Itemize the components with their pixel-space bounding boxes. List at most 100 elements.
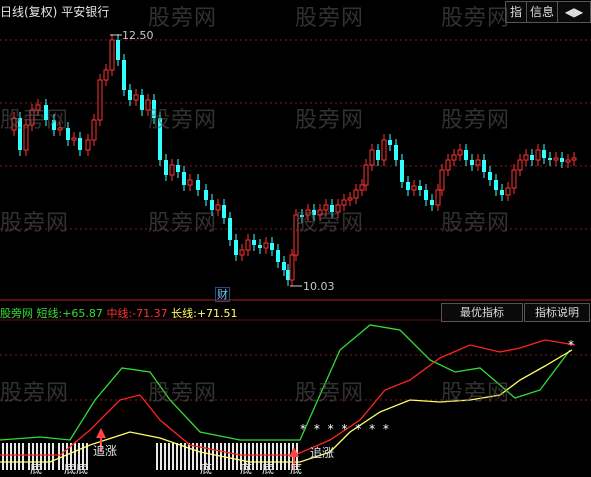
bottom-bar bbox=[2, 443, 4, 470]
bottom-bar bbox=[160, 443, 162, 470]
candle bbox=[381, 139, 387, 161]
mid-value: -71.37 bbox=[132, 307, 168, 320]
candle bbox=[571, 157, 577, 161]
bottom-bar-series bbox=[2, 443, 298, 470]
candle bbox=[176, 165, 180, 172]
indicator-name[interactable]: 股旁网 bbox=[0, 307, 33, 320]
bottom-label: 底 bbox=[30, 462, 43, 476]
candle bbox=[140, 95, 144, 110]
candle bbox=[286, 270, 290, 280]
candle bbox=[553, 157, 559, 161]
candle bbox=[239, 249, 245, 256]
candle bbox=[289, 254, 295, 281]
candle bbox=[109, 39, 115, 71]
candle bbox=[133, 94, 139, 101]
candle bbox=[347, 197, 353, 201]
candle bbox=[430, 200, 434, 205]
bottom-bar bbox=[10, 443, 12, 470]
watermark: 股旁网 bbox=[295, 6, 365, 31]
bottom-bar bbox=[44, 443, 46, 470]
bottom-bar bbox=[48, 443, 50, 470]
watermark: 股旁网 bbox=[295, 108, 365, 133]
zhui-zhang-label-1: 追涨 bbox=[93, 444, 118, 458]
candle bbox=[222, 205, 226, 218]
long-value: +71.51 bbox=[196, 307, 238, 320]
candlestick-series bbox=[11, 34, 577, 286]
bottom-bar bbox=[52, 443, 54, 470]
candle bbox=[505, 187, 511, 196]
short-value: +65.87 bbox=[62, 307, 103, 320]
candle bbox=[97, 79, 103, 121]
bottom-bar bbox=[156, 443, 158, 470]
candle bbox=[276, 250, 280, 262]
bottom-bar bbox=[176, 443, 178, 470]
watermark: 股旁网 bbox=[0, 108, 70, 133]
bottom-bar bbox=[280, 443, 282, 470]
candle bbox=[103, 69, 109, 81]
bottom-bar bbox=[6, 443, 8, 470]
bottom-label: 底 bbox=[290, 462, 303, 476]
indicator-header: 股旁网 短线:+65.87 中线:-71.37 长线:+71.51 bbox=[0, 305, 238, 321]
candle bbox=[530, 155, 534, 160]
candle bbox=[258, 245, 262, 248]
candle bbox=[445, 159, 451, 171]
bottom-bar bbox=[22, 443, 24, 470]
candle bbox=[464, 150, 468, 160]
watermark: 股旁网 bbox=[148, 108, 218, 133]
candle bbox=[470, 160, 474, 165]
long-label: 长线: bbox=[171, 307, 197, 320]
candle bbox=[196, 180, 200, 190]
bottom-bar bbox=[228, 443, 230, 470]
candle bbox=[548, 158, 552, 160]
bottom-bar bbox=[276, 443, 278, 470]
star-signal-end: * bbox=[568, 338, 574, 352]
candle bbox=[128, 90, 132, 100]
candle bbox=[78, 138, 82, 150]
bottom-label: 底底 bbox=[64, 462, 89, 476]
finance-marker[interactable]: 财 bbox=[215, 287, 230, 302]
candle bbox=[263, 242, 269, 249]
candle bbox=[388, 140, 392, 145]
indicator-help-button[interactable]: 指标说明 bbox=[524, 303, 590, 322]
watermark: 股旁网 bbox=[295, 381, 365, 406]
bottom-bar bbox=[58, 443, 60, 470]
candle bbox=[494, 180, 498, 190]
watermark: 股旁网 bbox=[441, 211, 511, 236]
bottom-bar bbox=[164, 443, 166, 470]
candle bbox=[411, 185, 417, 191]
candle bbox=[535, 149, 541, 161]
watermark: 股旁网 bbox=[148, 381, 218, 406]
best-indicator-button[interactable]: 最优指标 bbox=[441, 303, 523, 322]
candle bbox=[457, 149, 463, 156]
bottom-bar bbox=[236, 443, 238, 470]
candle bbox=[164, 160, 168, 175]
bottom-bar bbox=[18, 443, 20, 470]
bottom-bar bbox=[192, 443, 194, 470]
candle bbox=[245, 239, 251, 251]
candle bbox=[488, 172, 492, 180]
candle bbox=[394, 145, 398, 160]
candle bbox=[439, 169, 445, 191]
bottom-bar bbox=[256, 443, 258, 470]
watermark: 股旁网 bbox=[295, 211, 365, 236]
candle bbox=[234, 240, 238, 255]
bottom-bar bbox=[216, 443, 218, 470]
bottom-label: 底 bbox=[262, 462, 275, 476]
candle bbox=[511, 169, 517, 189]
candle bbox=[418, 186, 422, 190]
candle bbox=[376, 150, 380, 160]
candle bbox=[565, 159, 571, 163]
candle bbox=[91, 119, 97, 141]
candle bbox=[270, 243, 274, 250]
candle bbox=[475, 159, 481, 166]
candle bbox=[500, 190, 504, 195]
candle bbox=[71, 137, 77, 141]
watermark: 股旁网 bbox=[0, 211, 70, 236]
candle bbox=[482, 160, 486, 172]
candle bbox=[363, 164, 369, 186]
candle bbox=[282, 262, 286, 270]
watermark: 股旁网 bbox=[441, 6, 511, 31]
bottom-bar bbox=[284, 443, 286, 470]
bottom-bar bbox=[252, 443, 254, 470]
candle bbox=[122, 60, 126, 90]
